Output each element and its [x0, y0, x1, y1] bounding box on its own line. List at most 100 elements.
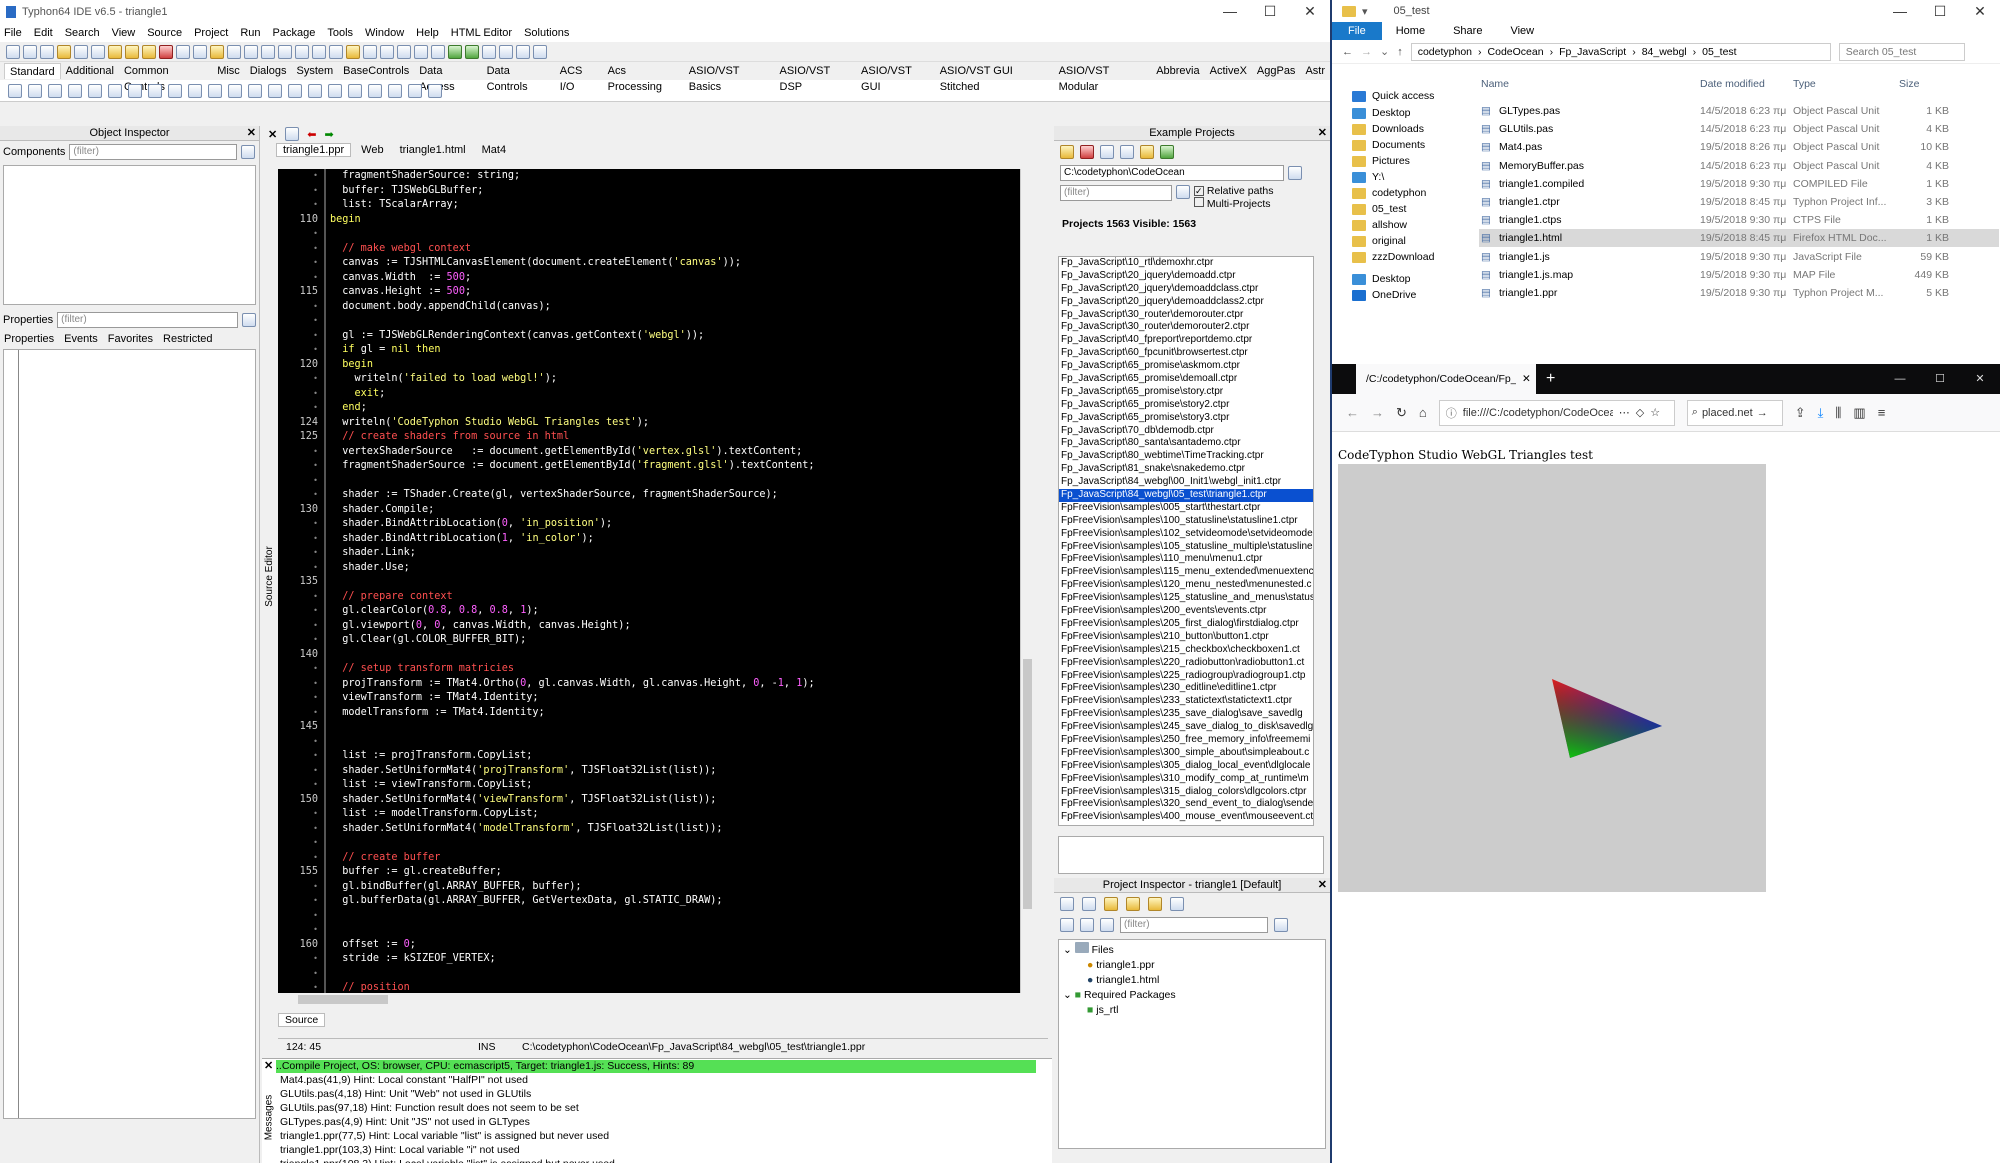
menu-item[interactable]: HTML Editor	[451, 27, 512, 39]
palette-tab[interactable]: AggPas	[1252, 63, 1301, 79]
column-header[interactable]: Size	[1899, 78, 1919, 90]
palette-tab[interactable]: BaseControls	[338, 63, 414, 79]
close-icon[interactable]: ✕	[264, 1059, 273, 1072]
code-line[interactable]: • stride := kSIZEOF_VERTEX;	[278, 952, 1018, 967]
palette-tab[interactable]: ACS I/O	[555, 63, 603, 93]
example-project-item[interactable]: Fp_JavaScript\84_webgl\00_Init1\webgl_in…	[1059, 476, 1313, 489]
examples-filter[interactable]: (filter)	[1060, 185, 1172, 201]
message-item[interactable]: triangle1.ppr(108,3) Hint: Local variabl…	[276, 1157, 1036, 1163]
palette-tab[interactable]: ASIO/VST DSP	[775, 63, 857, 93]
toolbar-icon[interactable]	[176, 44, 190, 59]
example-project-item[interactable]: Fp_JavaScript\20_jquery\demoaddclass2.ct…	[1059, 296, 1313, 309]
message-item[interactable]: triangle1.ppr(103,3) Hint: Local variabl…	[276, 1143, 1036, 1157]
code-line[interactable]: 150 shader.SetUniformMat4('viewTransform…	[278, 793, 1018, 808]
component-icon[interactable]	[148, 83, 162, 98]
clear-filter-icon[interactable]	[1176, 185, 1190, 199]
code-line[interactable]: • gl.bindBuffer(gl.ARRAY_BUFFER, buffer)…	[278, 880, 1018, 895]
package-icon[interactable]	[1148, 897, 1162, 911]
code-line[interactable]: • // setup transform matricies	[278, 662, 1018, 677]
new-tab-icon[interactable]: +	[1546, 370, 1555, 388]
example-project-item[interactable]: Fp_JavaScript\80_webtime\TimeTracking.ct…	[1059, 450, 1313, 463]
code-line[interactable]: • list := projTransform.CopyList;	[278, 749, 1018, 764]
show-directory-icon[interactable]	[1060, 918, 1074, 932]
toolbar-icon[interactable]	[91, 44, 105, 59]
library-icon[interactable]: ⫼	[1835, 405, 1841, 421]
project-filter[interactable]: (filter)	[1120, 917, 1268, 933]
toolbar-icon[interactable]	[261, 44, 275, 59]
example-project-item[interactable]: Fp_JavaScript\30_router\demorouter2.ctpr	[1059, 321, 1313, 334]
toolbar-icon[interactable]	[465, 44, 479, 59]
example-project-item[interactable]: FpFreeVision\samples\125_statusline_and_…	[1059, 592, 1313, 605]
properties-filter[interactable]: (filter)	[57, 312, 239, 328]
toolbar-icon[interactable]	[23, 44, 37, 59]
nav-item[interactable]: OneDrive	[1352, 287, 1416, 303]
project-file[interactable]: triangle1.html	[1096, 974, 1159, 986]
column-header[interactable]: Type	[1793, 78, 1816, 90]
component-icon[interactable]	[108, 83, 122, 98]
example-project-item[interactable]: FpFreeVision\samples\320_send_event_to_d…	[1059, 798, 1313, 811]
code-line[interactable]: •	[278, 314, 1018, 329]
example-project-item[interactable]: FpFreeVision\samples\300_simple_about\si…	[1059, 747, 1313, 760]
code-line[interactable]: 140	[278, 648, 1018, 663]
palette-tab[interactable]: ActiveX	[1205, 63, 1252, 79]
palette-tab[interactable]: ASIO/VST Basics	[684, 63, 775, 93]
example-project-item[interactable]: FpFreeVision\samples\115_menu_extended\m…	[1059, 566, 1313, 579]
sort-alpha-icon[interactable]	[1080, 918, 1094, 932]
example-project-item[interactable]: Fp_JavaScript\81_snake\snakedemo.ctpr	[1059, 463, 1313, 476]
nav-item[interactable]: Pictures	[1352, 153, 1410, 169]
inspector-tab[interactable]: Restricted	[163, 333, 213, 345]
toolbar-icon[interactable]	[533, 44, 547, 59]
toolbar-icon[interactable]	[516, 44, 530, 59]
file-row[interactable]: ▤ triangle1.html 19/5/2018 8:45 πμ Firefox …	[1479, 229, 1999, 248]
palette-tab[interactable]: ASIO/VST GUI	[856, 63, 935, 93]
sort-icon[interactable]	[1170, 897, 1184, 911]
remove-icon[interactable]	[1082, 897, 1096, 911]
close-button[interactable]: ✕	[1290, 0, 1330, 22]
settings-icon[interactable]	[1120, 145, 1134, 159]
toolbar-icon[interactable]	[329, 44, 343, 59]
maximize-button[interactable]: ☐	[1250, 0, 1290, 22]
file-row[interactable]: ▤ triangle1.ctpr 19/5/2018 8:45 πμ Typhon P…	[1479, 193, 1999, 211]
toolbar-icon[interactable]	[193, 44, 207, 59]
toolbar-icon[interactable]	[142, 44, 156, 59]
menu-item[interactable]: View	[112, 27, 136, 39]
code-line[interactable]: • projTransform := TMat4.Ortho(0, gl.can…	[278, 677, 1018, 692]
code-line[interactable]: • end;	[278, 401, 1018, 416]
close-tab-icon[interactable]: ✕	[1522, 373, 1531, 385]
reload-icon[interactable]: ↻	[1396, 405, 1407, 421]
bookmark-star-icon[interactable]: ☆	[1650, 406, 1660, 419]
palette-tab[interactable]: System	[291, 63, 338, 79]
inspector-tab[interactable]: Properties	[4, 333, 54, 345]
code-line[interactable]: • shader.BindAttribLocation(0, 'in_posit…	[278, 517, 1018, 532]
column-header[interactable]: Date modified	[1700, 78, 1765, 90]
code-line[interactable]: • shader.Use;	[278, 561, 1018, 576]
code-line[interactable]: 110 begin	[278, 213, 1018, 228]
close-button[interactable]: ✕	[1960, 364, 2000, 394]
editor-tab[interactable]: Web	[355, 144, 389, 156]
compile-success-message[interactable]: ..Compile Project, OS: browser, CPU: ecm…	[276, 1060, 1036, 1073]
toolbar-icon[interactable]	[499, 44, 513, 59]
component-icon[interactable]	[368, 83, 382, 98]
package-item[interactable]: js_rtl	[1096, 1004, 1118, 1016]
refresh-icon[interactable]	[1060, 145, 1074, 159]
code-line[interactable]: • list := modelTransform.CopyList;	[278, 807, 1018, 822]
browser-search-box[interactable]: ⌕ placed.net →	[1686, 399, 1783, 426]
code-line[interactable]: • // create buffer	[278, 851, 1018, 866]
file-row[interactable]: ▤ Mat4.pas 19/5/2018 8:26 πμ Object Pascal …	[1479, 138, 1999, 156]
code-line[interactable]: •	[278, 735, 1018, 750]
code-line[interactable]: • if gl = nil then	[278, 343, 1018, 358]
nav-item[interactable]: codetyphon	[1352, 185, 1426, 201]
code-line[interactable]: • shader.Link;	[278, 546, 1018, 561]
project-tree[interactable]: ⌄ Files ● triangle1.ppr ● triangle1.html…	[1058, 939, 1326, 1149]
address-bar[interactable]: codetyphon › CodeOcean › Fp_JavaScript › 84_we…	[1410, 42, 1831, 61]
example-project-item[interactable]: FpFreeVision\samples\005_start\thestart.…	[1059, 502, 1313, 515]
code-line[interactable]: • gl.Clear(gl.COLOR_BUFFER_BIT);	[278, 633, 1018, 648]
code-line[interactable]: • fragmentShaderSource: string;	[278, 169, 1018, 184]
example-project-item[interactable]: FpFreeVision\samples\310_modify_comp_at_…	[1059, 773, 1313, 786]
toolbar-icon[interactable]	[125, 44, 139, 59]
palette-tab[interactable]: Dialogs	[245, 63, 292, 79]
clear-filter-icon[interactable]	[241, 145, 256, 159]
code-line[interactable]: • list: TScalarArray;	[278, 198, 1018, 213]
code-line[interactable]: •	[278, 909, 1018, 924]
palette-tab[interactable]: Misc	[212, 63, 245, 79]
